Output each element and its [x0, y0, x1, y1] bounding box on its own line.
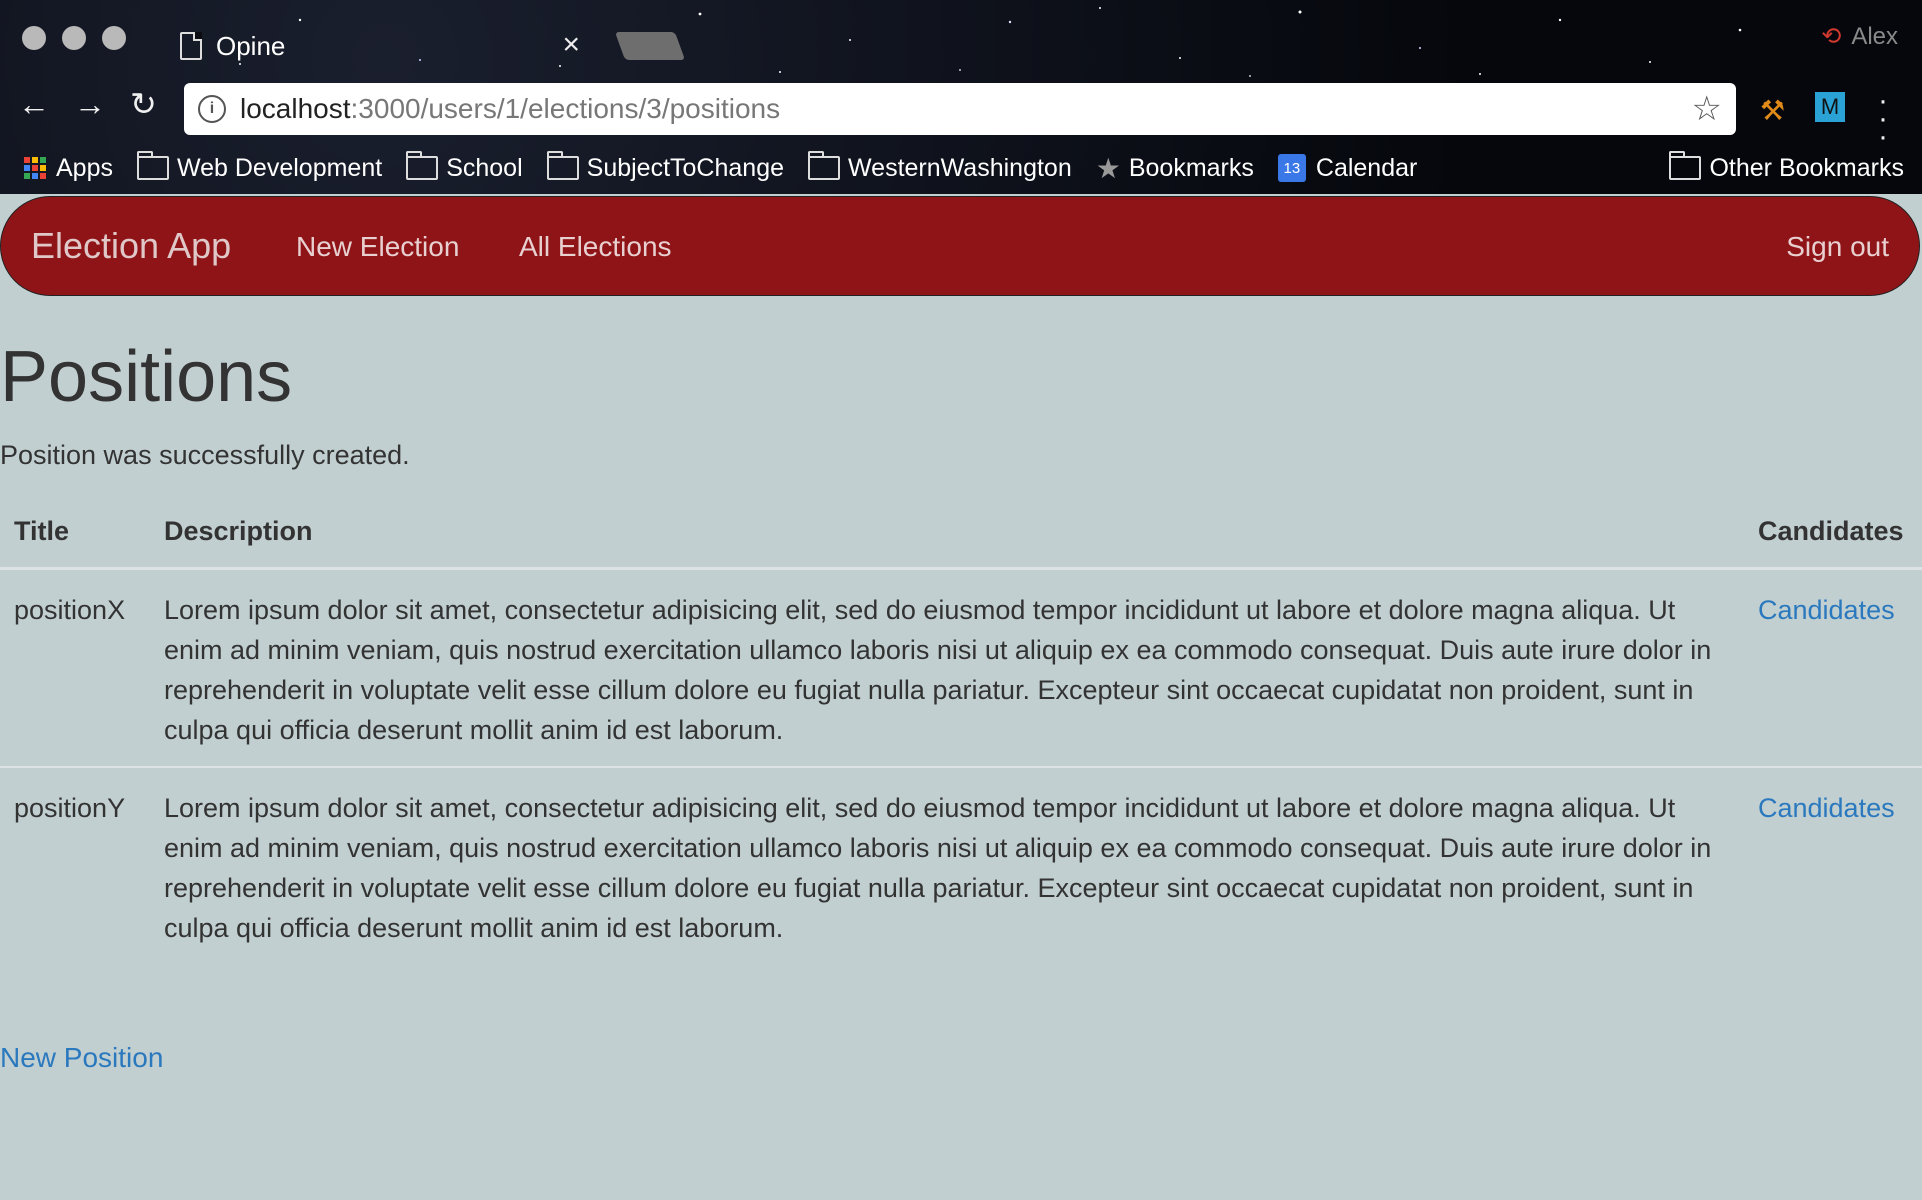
extension-icon[interactable]: ⚒	[1760, 94, 1785, 127]
folder-icon	[406, 151, 439, 180]
bookmark-label: Calendar	[1315, 153, 1418, 182]
sync-error-icon: ⟲	[1821, 23, 1842, 50]
position-description: Lorem ipsum dolor sit amet, consectetur …	[150, 568, 1744, 768]
bookmark-calendar[interactable]: 13 Calendar	[1277, 153, 1418, 183]
window-minimize-dot[interactable]	[62, 26, 86, 50]
bookmark-web-development[interactable]: Web Development	[136, 151, 383, 183]
window-maximize-dot[interactable]	[102, 26, 126, 50]
bookmark-label: Apps	[56, 153, 113, 182]
nav-all-elections[interactable]: All Elections	[519, 231, 672, 263]
forward-arrow-icon[interactable]: →	[74, 88, 106, 120]
app-navbar: Election App New Election All Elections …	[0, 196, 1920, 296]
reload-icon[interactable]: ↻	[130, 88, 157, 120]
candidates-link[interactable]: Candidates	[1758, 793, 1895, 823]
profile-button[interactable]: ⟲ Alex	[1821, 22, 1898, 51]
browser-chrome: Opine × ⟲ Alex ← → ↻ i localhost:3000/us…	[0, 0, 1922, 194]
folder-icon	[546, 151, 579, 180]
position-title: positionY	[14, 793, 126, 823]
table-row: positionY Lorem ipsum dolor sit amet, co…	[0, 767, 1922, 964]
bookmark-bookmarks[interactable]: ★ Bookmarks	[1096, 152, 1254, 185]
folder-icon	[1669, 151, 1702, 180]
brand-link[interactable]: Election App	[31, 225, 231, 267]
position-title: positionX	[0, 568, 150, 768]
bookmarks-bar: Apps Web Development School SubjectToCha…	[0, 148, 1922, 188]
bookmark-label: SubjectToChange	[586, 153, 785, 182]
info-icon[interactable]: i	[198, 95, 226, 123]
bookmark-other-bookmarks[interactable]: Other Bookmarks	[1669, 151, 1904, 183]
back-arrow-icon[interactable]: ←	[18, 88, 50, 120]
calendar-icon: 13	[1277, 154, 1306, 182]
tab-close-icon[interactable]: ×	[562, 28, 580, 62]
bookmark-subjecttochange[interactable]: SubjectToChange	[546, 151, 785, 183]
url-path: :3000/users/1/elections/3/positions	[350, 93, 781, 124]
extension-m-icon[interactable]: M	[1815, 92, 1845, 122]
address-bar[interactable]: i localhost:3000/users/1/elections/3/pos…	[184, 83, 1736, 135]
header-candidates: Candidates	[1744, 502, 1922, 570]
star-icon: ★	[1095, 152, 1121, 184]
bookmark-label: WesternWashington	[848, 153, 1072, 182]
bookmark-label: Web Development	[176, 153, 383, 182]
table-row: positionX Lorem ipsum dolor sit amet, co…	[0, 568, 1922, 768]
window-close-dot[interactable]	[22, 26, 46, 50]
header-title: Title	[0, 502, 150, 570]
document-icon	[180, 32, 202, 60]
url-host: localhost	[240, 93, 351, 124]
bookmark-star-icon[interactable]: ☆	[1692, 89, 1722, 129]
apps-grid-icon	[24, 157, 46, 179]
bookmark-label: School	[446, 153, 523, 182]
bookmark-westernwashington[interactable]: WesternWashington	[808, 151, 1072, 183]
bookmark-school[interactable]: School	[406, 151, 523, 183]
sign-out-link[interactable]: Sign out	[1786, 231, 1889, 263]
folder-icon	[136, 151, 169, 180]
nav-new-election[interactable]: New Election	[296, 231, 459, 263]
browser-tab[interactable]: Opine ×	[160, 18, 600, 74]
new-position-link[interactable]: New Position	[0, 1042, 163, 1074]
candidates-link[interactable]: Candidates	[1758, 595, 1895, 625]
position-description: Lorem ipsum dolor sit amet, consectetur …	[164, 793, 1712, 943]
tab-title: Opine	[216, 30, 286, 61]
positions-table: Title Description Candidates positionX L…	[0, 502, 1922, 964]
bookmark-label: Other Bookmarks	[1709, 153, 1904, 182]
bookmark-apps[interactable]: Apps	[24, 154, 113, 183]
folder-icon	[808, 151, 841, 180]
profile-name: Alex	[1851, 22, 1898, 50]
new-tab-button[interactable]	[614, 32, 686, 60]
bookmark-label: Bookmarks	[1128, 153, 1254, 182]
page-title: Positions	[0, 337, 293, 417]
flash-notice: Position was successfully created.	[0, 440, 410, 470]
header-description: Description	[150, 502, 1744, 570]
browser-menu-icon[interactable]: · · ·	[1878, 86, 1888, 152]
table-header-row: Title Description Candidates	[0, 502, 1922, 570]
